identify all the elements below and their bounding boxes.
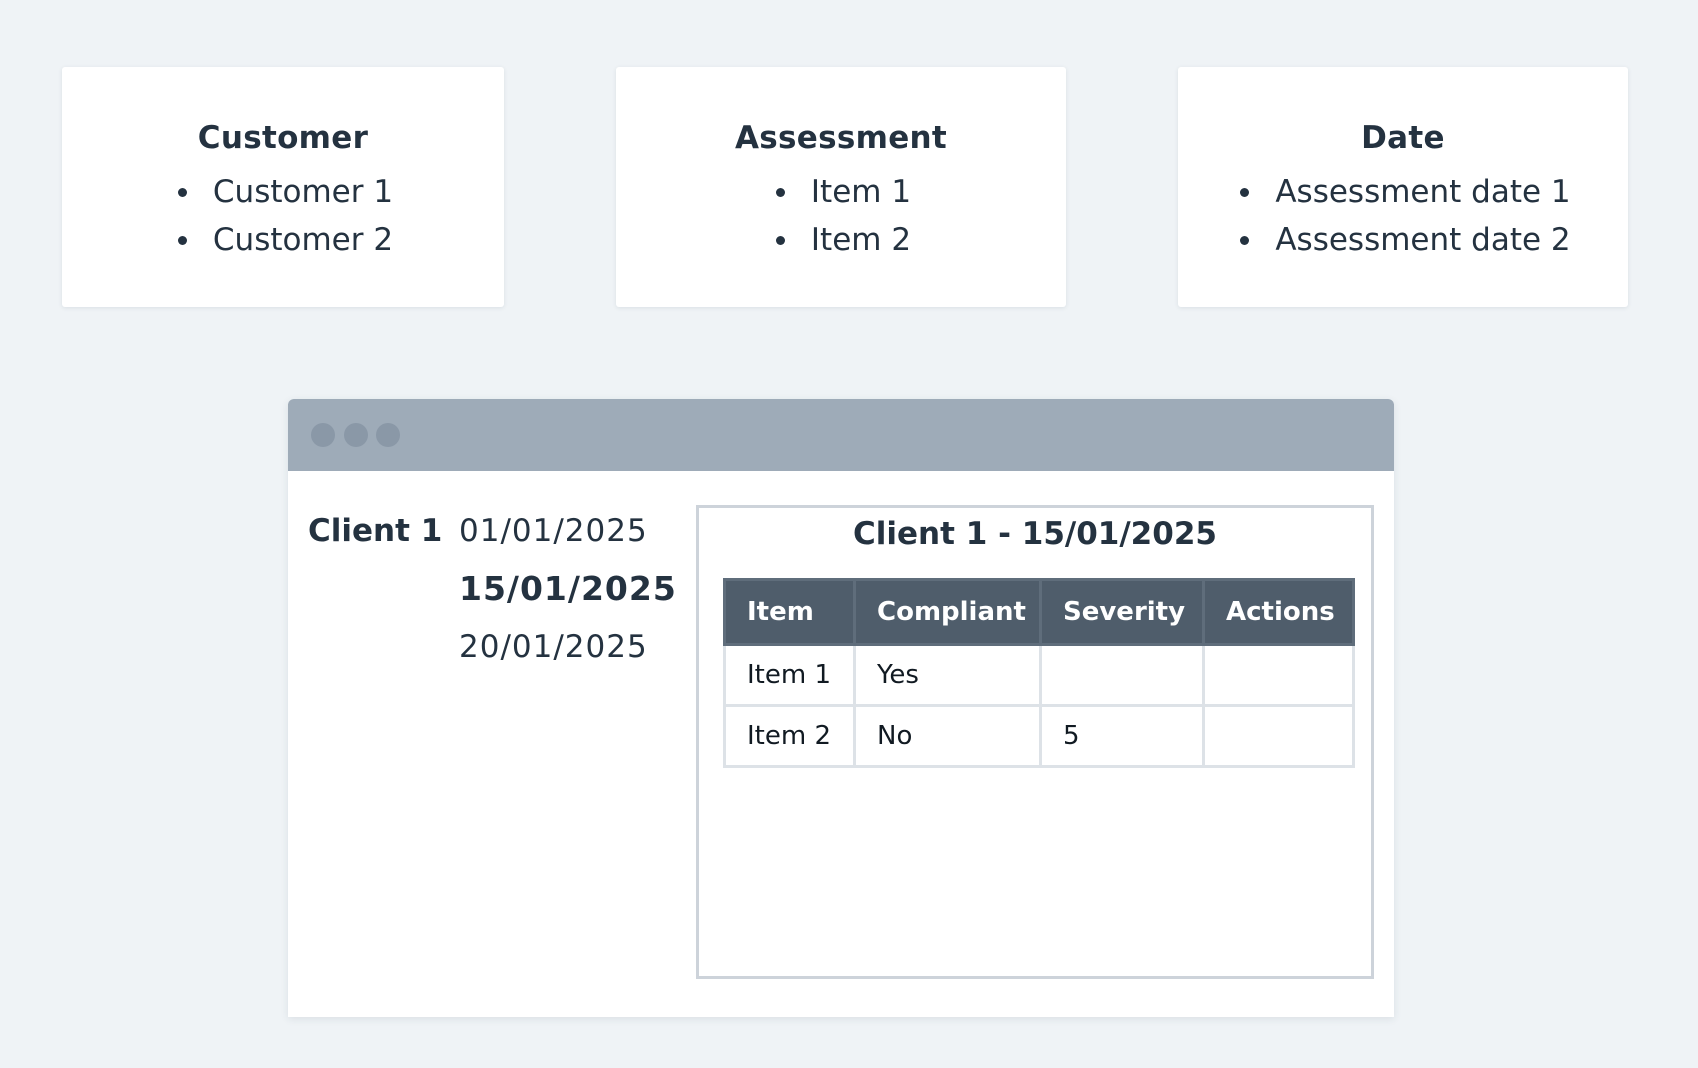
column-header-severity: Severity [1039, 578, 1205, 646]
assessment-list: Item 1 Item 2 [771, 168, 911, 264]
customer-list-item: Customer 2 [173, 216, 393, 264]
date-card-title: Date [1361, 120, 1445, 156]
date-link[interactable]: 01/01/2025 [459, 513, 648, 549]
window-titlebar [288, 399, 1394, 471]
client-label: Client 1 [308, 513, 443, 549]
column-header-item: Item [723, 578, 856, 646]
customer-card: Customer Customer 1 Customer 2 [62, 67, 504, 307]
detail-panel: Client 1 - 15/01/2025 Item Compliant Sev… [696, 505, 1374, 979]
date-list: Assessment date 1 Assessment date 2 [1235, 168, 1571, 264]
table-cell: Yes [853, 643, 1042, 707]
table-cell [1039, 643, 1205, 707]
table-row: Item 2 No 5 [723, 704, 1355, 768]
table-cell [1202, 704, 1355, 768]
customer-card-title: Customer [197, 120, 369, 156]
assessment-table: Item Compliant Severity Actions Item 1 Y… [723, 578, 1355, 768]
table-cell: No [853, 704, 1042, 768]
table-cell: 5 [1039, 704, 1205, 768]
assessment-card: Assessment Item 1 Item 2 [616, 67, 1066, 307]
customer-list-item: Customer 1 [173, 168, 393, 216]
column-header-actions: Actions [1202, 578, 1355, 646]
assessment-list-item: Item 2 [771, 216, 911, 264]
window-control-dot[interactable] [376, 423, 400, 447]
table-cell: Item 1 [723, 643, 856, 707]
detail-title: Client 1 - 15/01/2025 [853, 516, 1217, 552]
assessment-card-title: Assessment [734, 120, 948, 156]
table-cell [1202, 643, 1355, 707]
column-header-compliant: Compliant [853, 578, 1042, 646]
table-header-row: Item Compliant Severity Actions [723, 578, 1355, 646]
table-cell: Item 2 [723, 704, 856, 768]
date-list-item: Assessment date 1 [1235, 168, 1571, 216]
browser-window: Client 1 01/01/2025 15/01/2025 20/01/202… [288, 399, 1394, 1017]
assessment-list-item: Item 1 [771, 168, 911, 216]
date-list-item: Assessment date 2 [1235, 216, 1571, 264]
table-row: Item 1 Yes [723, 643, 1355, 707]
date-link-selected[interactable]: 15/01/2025 [459, 571, 677, 607]
customer-list: Customer 1 Customer 2 [173, 168, 393, 264]
window-control-dot[interactable] [311, 423, 335, 447]
window-control-dot[interactable] [344, 423, 368, 447]
date-card: Date Assessment date 1 Assessment date 2 [1178, 67, 1628, 307]
date-link[interactable]: 20/01/2025 [459, 629, 648, 665]
